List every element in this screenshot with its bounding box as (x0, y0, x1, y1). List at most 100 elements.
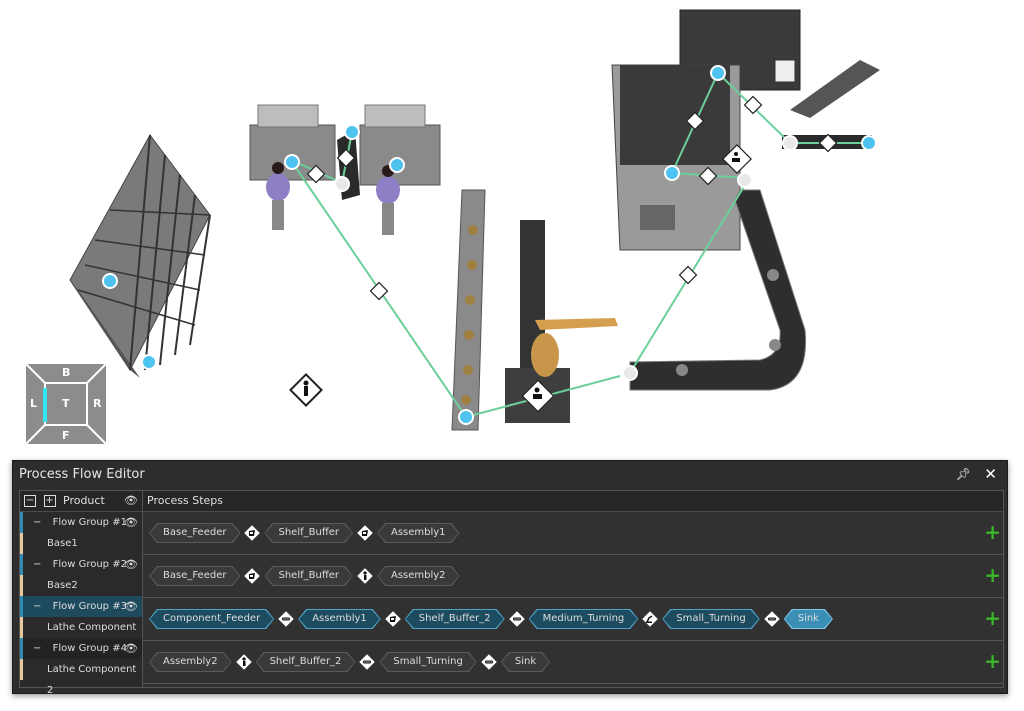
shelf-buffer-2[interactable] (451, 189, 486, 431)
3d-viewport[interactable] (0, 0, 1024, 460)
node-conveyor-start[interactable] (622, 365, 638, 381)
station-label: Base_Feeder (163, 527, 227, 538)
process-steps-header: Process Steps (143, 491, 1003, 512)
station-label: Assembly1 (390, 527, 446, 538)
flow-group-item[interactable]: − Flow Group #4 👁︎ (20, 638, 142, 659)
view-cube-label-top: T (62, 397, 70, 410)
station-label: Base_Feeder (163, 570, 227, 581)
station-label: Sink (514, 656, 537, 667)
collapse-group-icon[interactable]: − (33, 517, 41, 528)
eye-icon[interactable]: 👁︎ (124, 638, 138, 659)
view-cube-label-back: B (62, 366, 71, 379)
product-name: Base2 (47, 580, 78, 591)
station-step-chip[interactable]: Base_Feeder (149, 566, 240, 586)
shelf-rack[interactable] (69, 134, 211, 378)
conveyor-icon[interactable] (359, 654, 376, 670)
product-item[interactable]: Lathe Component 2 (20, 659, 142, 696)
flow-group-name: Flow Group #3 (52, 601, 127, 612)
station-step-chip[interactable]: Shelf_Buffer (264, 523, 353, 543)
product-item[interactable]: Base1 (20, 533, 142, 554)
add-step-button[interactable]: + (984, 608, 1001, 628)
node-conveyor-out[interactable] (334, 176, 350, 192)
human-worker-icon[interactable] (357, 568, 373, 584)
station-step-chip[interactable]: Medium_Turning (529, 609, 639, 629)
add-step-button[interactable]: + (984, 651, 1001, 671)
product-name: Lathe Component 2 (47, 664, 137, 696)
node-assembly1[interactable] (284, 154, 300, 170)
station-step-chip[interactable]: Base_Feeder (149, 523, 240, 543)
robot-arm-icon[interactable] (642, 611, 659, 627)
panel-title: Process Flow Editor (19, 467, 145, 482)
conveyor-icon[interactable] (278, 611, 294, 627)
eye-icon[interactable]: 👁︎ (124, 491, 138, 511)
station-label: Shelf_Buffer (278, 570, 339, 581)
flow-row: Assembly2 Shelf_Buffer_2 Small_Turning Sink… (143, 641, 1003, 684)
product-header-label: Product (63, 494, 105, 507)
station-step-chip[interactable]: Shelf_Buffer_2 (405, 609, 505, 629)
node-medium-turning[interactable] (664, 165, 680, 181)
station-step-chip[interactable]: Sink (784, 609, 833, 629)
flow-group-item[interactable]: − Flow Group #1 👁︎ (20, 512, 142, 533)
pin-icon[interactable]: 📌︎ (956, 467, 971, 481)
station-step-chip[interactable]: Small_Turning (379, 652, 476, 672)
view-cube[interactable]: B L T R F (25, 363, 107, 445)
conveyor-icon[interactable] (763, 611, 780, 627)
eye-icon[interactable]: 👁︎ (124, 596, 138, 617)
add-step-button[interactable]: + (984, 565, 1001, 585)
collapse-group-icon[interactable]: − (33, 559, 41, 570)
conveyor-icon[interactable] (481, 654, 497, 670)
station-step-chip[interactable]: Shelf_Buffer_2 (256, 652, 356, 672)
product-column-header: − + Product 👁︎ (20, 491, 142, 512)
node-small-turning[interactable] (710, 65, 726, 81)
station-label: Assembly1 (312, 613, 367, 624)
node-buffer2[interactable] (458, 409, 474, 425)
product-column: − + Product 👁︎ − Flow Group #1 👁︎ Base1 − … (20, 491, 143, 696)
flow-group-item[interactable]: − Flow Group #3 👁︎ (20, 596, 142, 617)
add-step-button[interactable]: + (984, 522, 1001, 542)
station-label: Shelf_Buffer_2 (269, 656, 342, 667)
station-label: Shelf_Buffer_2 (418, 613, 491, 624)
node-assembly2[interactable] (389, 157, 405, 173)
process-steps-column: Process Steps Base_Feeder Shelf_Buffer Ass… (143, 491, 1003, 687)
flow-row: Base_Feeder Shelf_Buffer Assembly2 + (143, 555, 1003, 598)
station-label: Shelf_Buffer (278, 527, 339, 538)
collapse-group-icon[interactable]: − (33, 601, 41, 612)
flow-group-name: Flow Group #2 (52, 559, 127, 570)
cart-transport-icon[interactable] (244, 568, 261, 584)
station-step-chip[interactable]: Shelf_Buffer (264, 566, 353, 586)
station-step-chip[interactable]: Sink (501, 652, 550, 672)
station-step-chip[interactable]: Assembly1 (377, 523, 460, 543)
conveyor-icon[interactable] (508, 611, 525, 627)
cart-transport-icon[interactable] (384, 611, 401, 627)
product-item[interactable]: Lathe Component 1 (20, 617, 142, 654)
collapse-all-button[interactable]: − (24, 495, 36, 507)
station-step-chip[interactable]: Assembly2 (377, 566, 460, 586)
expand-all-button[interactable]: + (43, 495, 56, 507)
station-step-chip[interactable]: Small_Turning (662, 609, 759, 629)
view-cube-label-left: L (30, 397, 38, 410)
close-icon[interactable]: ✕ (984, 465, 997, 483)
node-shelf-top[interactable] (102, 273, 118, 289)
node-shelf-bottom[interactable] (141, 354, 157, 370)
station-label: Component_Feeder (163, 613, 261, 624)
eye-icon[interactable]: 👁︎ (124, 554, 138, 575)
eye-icon[interactable]: 👁︎ (124, 512, 138, 533)
collapse-group-icon[interactable]: − (33, 643, 41, 654)
product-item[interactable]: Base2 (20, 575, 142, 596)
station-step-chip[interactable]: Assembly2 (149, 652, 232, 672)
flow-group-item[interactable]: − Flow Group #2 👁︎ (20, 554, 142, 575)
station-label: Sink (797, 613, 819, 624)
station-step-chip[interactable]: Assembly1 (298, 609, 381, 629)
station-label: Small_Turning (393, 656, 463, 667)
view-cube-label-right: R (93, 397, 102, 410)
node-conveyor-end[interactable] (737, 172, 753, 188)
node-exit-in[interactable] (782, 135, 798, 151)
station-step-chip[interactable]: Component_Feeder (149, 609, 274, 629)
node-sink[interactable] (861, 135, 877, 151)
node-conveyor-in[interactable] (344, 124, 360, 140)
cart-transport-icon[interactable] (244, 525, 261, 541)
robot-arm-icon[interactable] (743, 95, 763, 115)
cart-transport-icon[interactable] (357, 525, 373, 541)
human-worker-icon[interactable] (235, 654, 252, 670)
flow-group-name: Flow Group #1 (52, 517, 127, 528)
